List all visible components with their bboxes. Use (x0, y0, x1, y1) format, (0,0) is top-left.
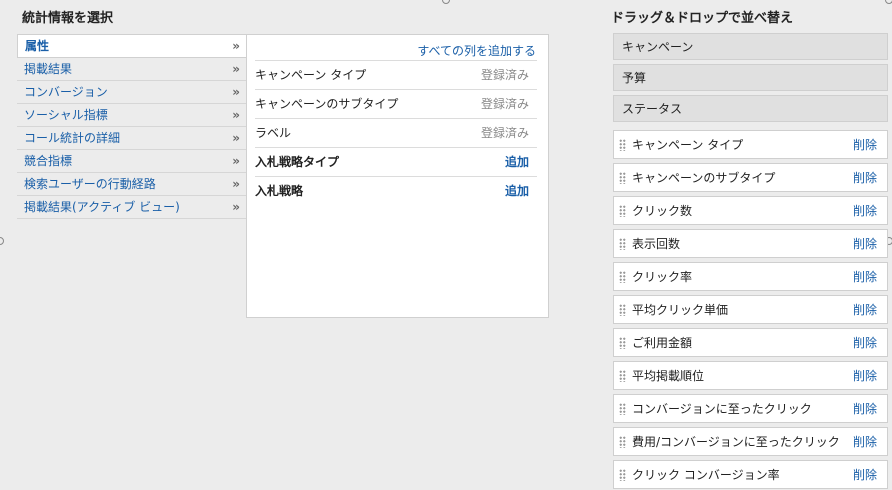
selected-column-item[interactable]: 平均掲載順位 削除 (613, 361, 888, 390)
remove-column-link[interactable]: 削除 (853, 131, 877, 160)
remove-column-link[interactable]: 削除 (853, 461, 877, 490)
chevron-right-icon: » (232, 131, 240, 145)
add-attribute-link[interactable]: 追加 (505, 148, 529, 177)
attribute-row: 入札戦略 追加 (255, 176, 537, 206)
add-all-columns-link[interactable]: すべての列を追加する (417, 42, 536, 59)
attribute-row: キャンペーンのサブタイプ 登録済み (255, 89, 537, 119)
selected-column-item[interactable]: ご利用金額 削除 (613, 328, 888, 357)
drag-handle-icon[interactable] (619, 172, 626, 184)
remove-column-link[interactable]: 削除 (853, 428, 877, 457)
selected-column-item[interactable]: 費用/コンバージョンに至ったクリック 削除 (613, 427, 888, 456)
attribute-status: 登録済み (480, 97, 529, 111)
attribute-name: 入札戦略 (255, 184, 304, 198)
reorder-title: ドラッグ＆ドロップで並べ替え (611, 11, 794, 26)
drag-handle-icon[interactable] (619, 370, 626, 382)
selected-column-item[interactable]: 表示回数 削除 (613, 229, 888, 258)
remove-column-link[interactable]: 削除 (853, 197, 877, 226)
drag-handle-icon[interactable] (619, 304, 626, 316)
column-name: クリック率 (632, 270, 693, 284)
remove-column-link[interactable]: 削除 (853, 164, 877, 193)
category-label: コール統計の詳細 (24, 131, 121, 145)
attribute-name: キャンペーンのサブタイプ (255, 97, 399, 111)
drag-handle-icon[interactable] (619, 469, 626, 481)
category-label: 検索ユーザーの行動経路 (24, 177, 156, 191)
drag-handle-icon[interactable] (619, 139, 626, 151)
category-item[interactable]: 掲載結果 » (17, 58, 246, 81)
selected-column-item[interactable]: クリック数 削除 (613, 196, 888, 225)
category-item[interactable]: 属性 » (17, 34, 246, 58)
add-attribute-link[interactable]: 追加 (505, 177, 529, 206)
column-name: クリック コンバージョン率 (632, 468, 780, 482)
attribute-row: 入札戦略タイプ 追加 (255, 147, 537, 177)
selected-column-item[interactable]: キャンペーンのサブタイプ 削除 (613, 163, 888, 192)
fixed-column-item: ステータス (613, 95, 888, 122)
chevron-right-icon: » (232, 177, 240, 191)
chevron-right-icon: » (232, 200, 240, 214)
attribute-status: 登録済み (480, 68, 529, 82)
attribute-status: 登録済み (480, 126, 529, 140)
fixed-column-item: 予算 (613, 64, 888, 91)
category-list: 属性» 掲載結果» コンバージョン» ソーシャル指標» コール統計の詳細» 競合指標» 検索… (17, 34, 246, 219)
chevron-right-icon: » (232, 154, 240, 168)
column-name: 平均クリック単価 (632, 303, 729, 317)
column-name: 表示回数 (632, 237, 681, 251)
attribute-row: キャンペーン タイプ 登録済み (255, 60, 537, 90)
drag-handle-icon[interactable] (619, 337, 626, 349)
remove-column-link[interactable]: 削除 (853, 296, 877, 325)
drag-handle-icon[interactable] (619, 238, 626, 250)
category-item[interactable]: ソーシャル指標 » (17, 104, 246, 127)
category-item[interactable]: 掲載結果(アクティブ ビュー) » (17, 196, 246, 219)
drag-handle-icon[interactable] (619, 436, 626, 448)
drag-handle-icon[interactable] (619, 403, 626, 415)
category-label: 掲載結果(アクティブ ビュー) (24, 200, 180, 214)
remove-column-link[interactable]: 削除 (853, 362, 877, 391)
remove-column-link[interactable]: 削除 (853, 329, 877, 358)
category-item[interactable]: コンバージョン » (17, 81, 246, 104)
resize-handle-top-right[interactable] (885, 0, 892, 4)
column-name: 費用/コンバージョンに至ったクリック (632, 435, 840, 449)
resize-handle-top-left[interactable] (442, 0, 450, 4)
remove-column-link[interactable]: 削除 (853, 230, 877, 259)
remove-column-link[interactable]: 削除 (853, 395, 877, 424)
chevron-right-icon: » (232, 85, 240, 99)
column-name: コンバージョンに至ったクリック (632, 402, 812, 416)
attribute-name: ラベル (255, 126, 292, 140)
selected-column-item[interactable]: コンバージョンに至ったクリック 削除 (613, 394, 888, 423)
column-name: 平均掲載順位 (632, 369, 705, 383)
category-label: 競合指標 (24, 154, 73, 168)
column-name: ご利用金額 (632, 336, 693, 350)
selected-column-item[interactable]: キャンペーン タイプ 削除 (613, 130, 888, 159)
category-item[interactable]: 競合指標 » (17, 150, 246, 173)
resize-handle-left[interactable] (0, 237, 4, 245)
attribute-row: ラベル 登録済み (255, 118, 537, 148)
category-label: 掲載結果 (24, 62, 73, 76)
fixed-column-item: キャンペーン (613, 33, 888, 60)
category-label: ソーシャル指標 (24, 108, 108, 122)
attribute-name: キャンペーン タイプ (255, 68, 367, 82)
drag-handle-icon[interactable] (619, 271, 626, 283)
chevron-right-icon: » (232, 108, 240, 122)
drag-handle-icon[interactable] (619, 205, 626, 217)
column-name: キャンペーン タイプ (632, 138, 744, 152)
category-item[interactable]: 検索ユーザーの行動経路 » (17, 173, 246, 196)
select-stats-title: 統計情報を選択 (22, 11, 114, 26)
selected-column-item[interactable]: 平均クリック単価 削除 (613, 295, 888, 324)
category-item[interactable]: コール統計の詳細 » (17, 127, 246, 150)
category-label: コンバージョン (24, 85, 108, 99)
category-label: 属性 (25, 39, 50, 53)
attribute-panel: すべての列を追加する キャンペーン タイプ 登録済み キャンペーンのサブタイプ 登録済… (246, 34, 549, 318)
remove-column-link[interactable]: 削除 (853, 263, 877, 292)
column-name: キャンペーンのサブタイプ (632, 171, 776, 185)
attribute-name: 入札戦略タイプ (255, 155, 340, 169)
chevron-right-icon: » (232, 39, 240, 53)
chevron-right-icon: » (232, 62, 240, 76)
selected-column-item[interactable]: クリック率 削除 (613, 262, 888, 291)
column-name: クリック数 (632, 204, 693, 218)
